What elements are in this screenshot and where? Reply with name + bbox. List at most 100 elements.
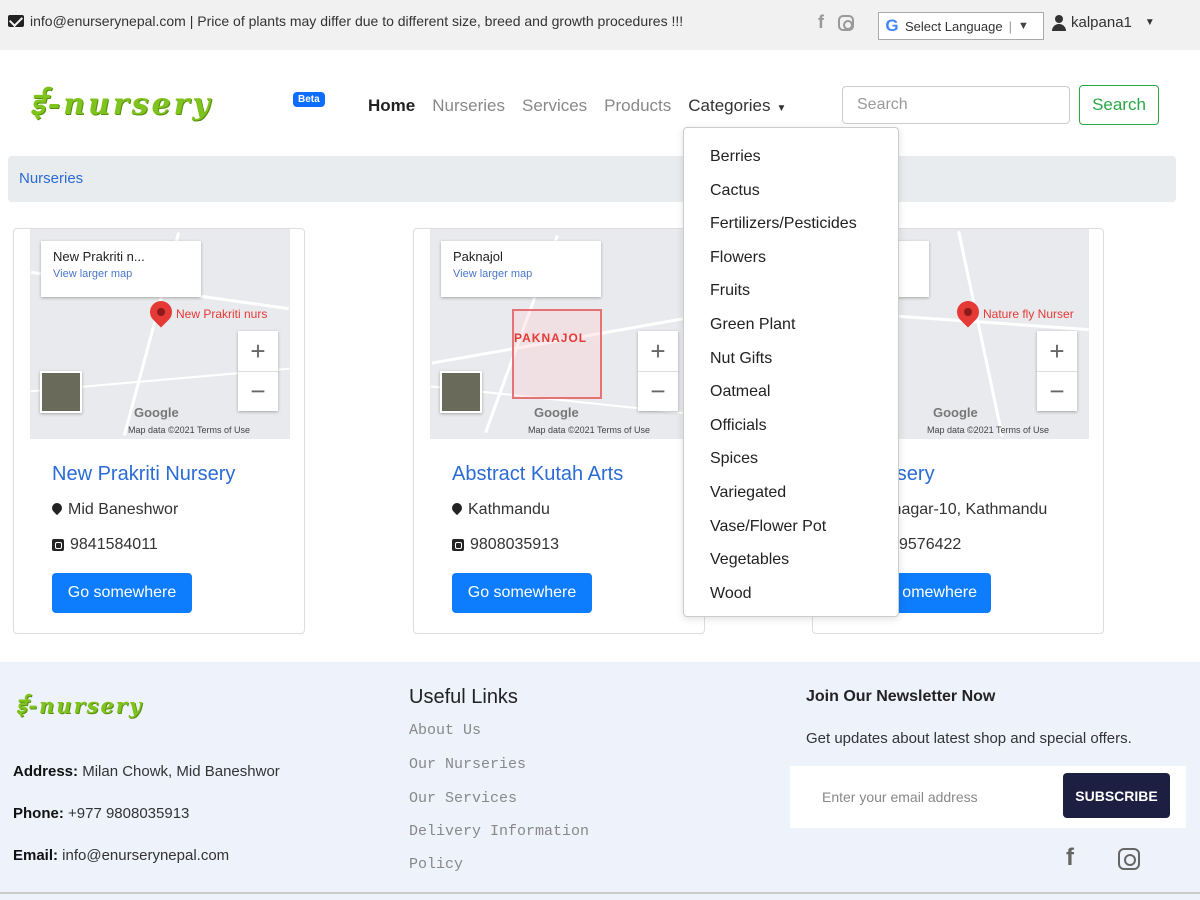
top-social: f (818, 12, 854, 33)
site-logo[interactable]: ई-nursery (30, 78, 280, 128)
footer-link-about[interactable]: About Us (409, 722, 481, 739)
top-info: info@enurserynepal.com | Price of plants… (8, 13, 683, 29)
footer-link-policy[interactable]: Policy (409, 856, 463, 873)
google-map-logo: Google (933, 405, 978, 420)
user-menu[interactable]: kalpana1 ▼ (1052, 14, 1155, 31)
category-item[interactable]: Fruits (684, 274, 898, 308)
category-item[interactable]: Nut Gifts (684, 342, 898, 376)
envelope-icon (8, 15, 24, 27)
footer-logo[interactable]: ई-nursery (16, 692, 143, 720)
map-zoom-control: + − (238, 331, 278, 411)
address-label: Address: (13, 763, 79, 780)
facebook-icon[interactable]: f (1066, 844, 1074, 872)
language-select[interactable]: G Select Language | ▼ (878, 12, 1044, 40)
category-item[interactable]: Variegated (684, 476, 898, 510)
zoom-in-button[interactable]: + (638, 331, 678, 371)
newsletter-email-input[interactable] (822, 778, 1052, 816)
caret-down-icon: ▼ (1144, 17, 1155, 28)
map-embed[interactable]: New Prakriti n... View larger map New Pr… (30, 229, 290, 439)
breadcrumb-nurseries[interactable]: Nurseries (19, 170, 83, 187)
card-title[interactable]: New Prakriti Nursery (52, 463, 235, 486)
card-location: Kathmandu (452, 501, 550, 519)
search-button[interactable]: Search (1079, 85, 1159, 125)
phone-icon (52, 539, 64, 551)
footer-email: Email: info@enurserynepal.com (13, 847, 229, 864)
map-place-name: New Prakriti n... (53, 249, 145, 264)
category-item[interactable]: Spices (684, 442, 898, 476)
nav-nurseries[interactable]: Nurseries (432, 96, 505, 116)
map-place-name: Paknajol (453, 249, 503, 264)
chevron-down-icon: ▼ (1017, 20, 1029, 32)
category-item[interactable]: Fertilizers/Pesticides (684, 207, 898, 241)
map-place-card: New Prakriti n... View larger map (41, 241, 201, 297)
map-zoom-control: + − (638, 331, 678, 411)
category-item[interactable]: Vegetables (684, 543, 898, 577)
footer-address: Address: Milan Chowk, Mid Baneshwor (13, 763, 280, 780)
category-item[interactable]: Officials (684, 409, 898, 443)
map-pin-label: Nature fly Nurser (983, 307, 1074, 321)
map-embed[interactable]: Paknajol View larger map PAKNAJOL + − Go… (430, 229, 690, 439)
zoom-out-button[interactable]: − (1037, 371, 1077, 411)
satellite-toggle[interactable] (40, 371, 82, 413)
footer-link-nurseries[interactable]: Our Nurseries (409, 756, 526, 773)
phone-label: Phone: (13, 805, 64, 822)
map-attribution: Map data ©2021 Terms of Use (528, 425, 651, 435)
nav-products[interactable]: Products (604, 96, 671, 116)
google-map-logo: Google (134, 405, 179, 420)
category-item[interactable]: Oatmeal (684, 375, 898, 409)
phone-icon (452, 539, 464, 551)
beta-badge: Beta (293, 92, 325, 107)
map-place-card: Paknajol View larger map (441, 241, 601, 297)
card-phone-text: 9808035913 (470, 536, 559, 553)
address-value: Milan Chowk, Mid Baneshwor (78, 763, 280, 780)
map-marker-icon (145, 296, 177, 328)
footer-link-services[interactable]: Our Services (409, 790, 517, 807)
phone-value: +977 9808035913 (63, 805, 190, 822)
nav-home[interactable]: Home (368, 96, 415, 116)
card-location-text: Kathmandu (468, 501, 550, 518)
category-item[interactable]: Cactus (684, 174, 898, 208)
footer-link-delivery[interactable]: Delivery Information (409, 823, 589, 840)
main-nav: Home Nurseries Services Products Categor… (368, 96, 786, 116)
search-input[interactable] (842, 86, 1070, 124)
category-item[interactable]: Berries (684, 140, 898, 174)
card-phone: 9808035913 (452, 536, 559, 554)
go-somewhere-button[interactable]: Go somewhere (52, 573, 192, 613)
subscribe-button[interactable]: SUBSCRIBE (1063, 773, 1170, 818)
map-attribution: Map data ©2021 Terms of Use (927, 425, 1050, 435)
nav-services[interactable]: Services (522, 96, 587, 116)
facebook-icon[interactable]: f (818, 12, 824, 33)
map-attribution: Map data ©2021 Terms of Use (128, 425, 251, 435)
card-location: Mid Baneshwor (52, 501, 178, 519)
nav-categories[interactable]: Categories ▼ (688, 96, 786, 116)
view-larger-map-link[interactable]: View larger map (53, 268, 189, 280)
map-area-label: PAKNAJOL (514, 331, 588, 345)
zoom-in-button[interactable]: + (238, 331, 278, 371)
card-title[interactable]: Abstract Kutah Arts (452, 463, 623, 486)
zoom-in-button[interactable]: + (1037, 331, 1077, 371)
category-item[interactable]: Green Plant (684, 308, 898, 342)
user-name: kalpana1 (1071, 14, 1132, 31)
satellite-toggle[interactable] (440, 371, 482, 413)
category-item[interactable]: Wood (684, 577, 898, 611)
card-phone: 9841584011 (52, 536, 158, 554)
zoom-out-button[interactable]: − (638, 371, 678, 411)
footer: ई-nursery Address: Milan Chowk, Mid Bane… (0, 662, 1200, 900)
nursery-card: Paknajol View larger map PAKNAJOL + − Go… (413, 228, 705, 634)
category-item[interactable]: Vase/Flower Pot (684, 510, 898, 544)
view-larger-map-link[interactable]: View larger map (453, 268, 589, 280)
instagram-icon[interactable] (1118, 848, 1140, 870)
nursery-card: New Prakriti n... View larger map New Pr… (13, 228, 305, 634)
email-label: Email: (13, 847, 59, 864)
language-separator: | (1008, 18, 1012, 34)
map-zoom-control: + − (1037, 331, 1077, 411)
map-marker-icon (452, 503, 462, 517)
category-item[interactable]: Flowers (684, 241, 898, 275)
instagram-icon[interactable] (838, 15, 854, 31)
top-info-text: info@enurserynepal.com | Price of plants… (30, 13, 684, 29)
newsletter-text: Get updates about latest shop and specia… (806, 730, 1132, 747)
go-somewhere-button[interactable]: Go somewhere (452, 573, 592, 613)
logo-text: ई-nursery (30, 87, 213, 122)
card-phone-text: 9576422 (899, 536, 962, 553)
zoom-out-button[interactable]: − (238, 371, 278, 411)
